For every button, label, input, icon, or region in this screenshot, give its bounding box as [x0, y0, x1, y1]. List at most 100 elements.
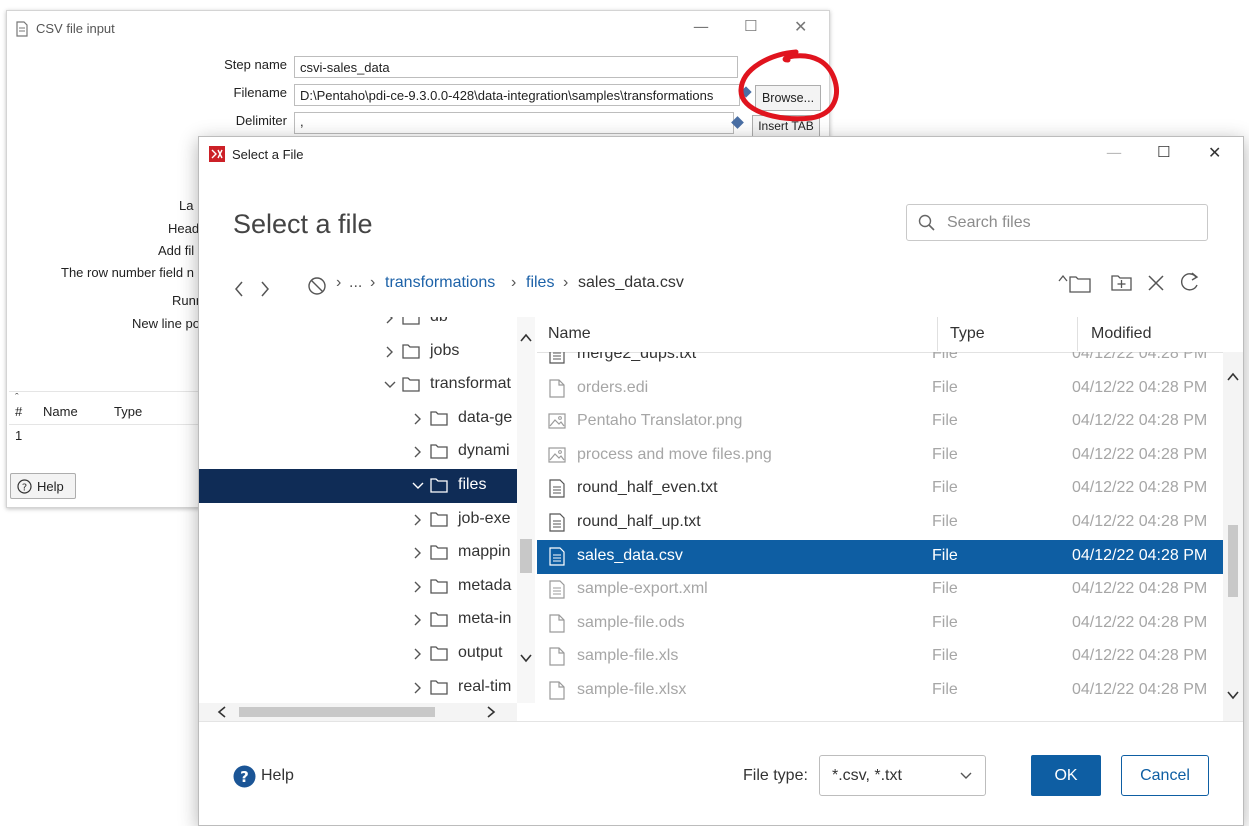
folder-icon — [430, 511, 448, 527]
file-modified: 04/12/22 04:28 PM — [1072, 580, 1208, 598]
column-modified[interactable]: Modified — [1091, 325, 1151, 343]
file-row[interactable]: orders.edi File 04/12/22 04:28 PM — [537, 372, 1223, 406]
chevron-right-icon[interactable] — [411, 613, 425, 627]
column-type[interactable]: Type — [950, 325, 985, 343]
chevron-right-icon[interactable] — [411, 546, 425, 560]
folder-icon — [402, 317, 420, 325]
up-folder-icon[interactable] — [1057, 271, 1093, 295]
tree-item-dynami[interactable]: dynami — [199, 435, 519, 469]
tree-scroll-thumb[interactable] — [520, 539, 532, 573]
file-type-select[interactable]: *.csv, *.txt — [819, 755, 986, 796]
browse-button[interactable]: Browse... — [755, 85, 821, 111]
folder-icon — [430, 579, 448, 594]
file-type: File — [932, 352, 958, 362]
chevron-right-icon[interactable] — [411, 412, 425, 426]
scroll-up-icon[interactable] — [520, 333, 532, 343]
chevron-right-icon[interactable] — [411, 580, 425, 594]
file-modified: 04/12/22 04:28 PM — [1072, 445, 1208, 463]
tree-item-metada[interactable]: metada — [199, 570, 519, 604]
dialog-minimize-button[interactable]: — — [1106, 143, 1122, 162]
tree-item-files[interactable]: files — [199, 469, 519, 503]
list-scroll-thumb[interactable] — [1228, 525, 1238, 597]
file-modified: 04/12/22 04:28 PM — [1072, 647, 1208, 665]
step-name-input[interactable]: csvi-sales_data — [294, 56, 738, 78]
tree-item-mappin[interactable]: mappin — [199, 536, 519, 570]
tree-horizontal-scrollbar[interactable] — [199, 703, 517, 721]
file-row[interactable]: merge2_dups.txt File 04/12/22 04:28 PM — [537, 352, 1223, 372]
breadcrumb-item-transformations[interactable]: transformations — [385, 274, 495, 292]
file-name: process and move files.png — [577, 445, 772, 463]
file-name: round_half_up.txt — [577, 513, 701, 530]
scroll-down-icon[interactable] — [520, 653, 532, 663]
chevron-right-icon[interactable] — [411, 681, 425, 695]
search-input[interactable] — [945, 211, 1199, 235]
scroll-up-icon[interactable] — [1227, 372, 1239, 382]
chevron-right-icon[interactable] — [411, 445, 425, 459]
breadcrumb-ellipsis[interactable]: ... — [349, 274, 362, 292]
tree-item-meta-in[interactable]: meta-in — [199, 603, 519, 637]
scroll-right-icon[interactable] — [486, 706, 496, 718]
back-icon[interactable] — [233, 280, 245, 298]
file-row[interactable]: round_half_even.txt File 04/12/22 04:28 PM — [537, 472, 1223, 506]
column-header-name[interactable]: Name — [43, 404, 78, 419]
file-icon — [549, 647, 565, 666]
lazy-conversion-label: La — [179, 198, 194, 213]
chevron-down-icon[interactable] — [383, 378, 397, 392]
maximize-button[interactable]: ☐ — [744, 17, 757, 35]
scroll-left-icon[interactable] — [217, 706, 227, 718]
breadcrumb-separator: › — [511, 274, 517, 291]
tree-item-job-exe[interactable]: job-exe — [199, 503, 519, 537]
tree-item-db[interactable]: db — [199, 317, 519, 335]
file-row[interactable]: sample-export.xml File 04/12/22 04:28 PM — [537, 573, 1223, 607]
column-name[interactable]: Name — [548, 325, 591, 343]
ok-button[interactable]: OK — [1031, 755, 1101, 796]
dialog-maximize-button[interactable]: ☐ — [1157, 143, 1170, 161]
chevron-right-icon[interactable] — [411, 513, 425, 527]
file-row[interactable]: round_half_up.txt File 04/12/22 04:28 PM — [537, 506, 1223, 540]
column-header-type[interactable]: Type — [114, 404, 142, 419]
delimiter-input[interactable]: , — [294, 112, 734, 134]
file-type: File — [932, 681, 958, 698]
delete-icon[interactable] — [1147, 274, 1165, 292]
tree-item-transformat[interactable]: transformat — [199, 368, 519, 402]
column-divider[interactable] — [937, 317, 938, 351]
tree-item-jobs[interactable]: jobs — [199, 335, 519, 369]
file-modified: 04/12/22 04:28 PM — [1072, 613, 1208, 631]
scroll-down-icon[interactable] — [1227, 690, 1239, 700]
cancel-button[interactable]: Cancel — [1121, 755, 1209, 796]
chevron-right-icon[interactable] — [383, 317, 397, 325]
chevron-right-icon[interactable] — [383, 345, 397, 359]
breadcrumb-item-files[interactable]: files — [526, 274, 554, 292]
file-name: round_half_even.txt — [577, 479, 718, 497]
chevron-down-icon[interactable] — [411, 479, 425, 493]
refresh-icon[interactable] — [1179, 271, 1201, 293]
dialog-close-button[interactable]: ✕ — [1208, 143, 1221, 162]
help-icon: ? — [17, 479, 32, 494]
file-row[interactable]: sales_data.csv File 04/12/22 04:28 PM — [537, 539, 1223, 574]
tree-hscroll-thumb[interactable] — [239, 707, 435, 717]
close-button[interactable]: ✕ — [794, 17, 807, 36]
tree-item-output[interactable]: output — [199, 637, 519, 671]
tree-item-real-tim[interactable]: real-tim — [199, 671, 519, 705]
filename-input[interactable]: D:\Pentaho\pdi-ce-9.3.0.0-428\data-integ… — [294, 84, 740, 106]
file-list-vertical-scrollbar[interactable] — [1223, 352, 1243, 722]
minimize-button[interactable]: — — [693, 17, 709, 36]
file-row[interactable]: sample-file.xlsx File 04/12/22 04:28 PM — [537, 674, 1223, 708]
tree-item-data-ge[interactable]: data-ge — [199, 402, 519, 436]
file-row[interactable]: Pentaho Translator.png File 04/12/22 04:28… — [537, 405, 1223, 439]
insert-tab-button[interactable]: Insert TAB — [752, 115, 820, 137]
column-divider[interactable] — [1077, 317, 1078, 351]
help-link[interactable]: ? Help — [233, 765, 313, 789]
tree-vertical-scrollbar[interactable] — [517, 317, 535, 703]
file-row[interactable]: sample-file.ods File 04/12/22 04:28 PM — [537, 607, 1223, 641]
csv-help-button[interactable]: ? Help — [10, 473, 76, 499]
new-folder-icon[interactable] — [1111, 271, 1133, 293]
file-row[interactable]: process and move files.png File 04/12/22 0… — [537, 439, 1223, 473]
file-modified: 04/12/22 04:28 PM — [1072, 378, 1208, 396]
search-box[interactable] — [906, 204, 1208, 241]
forward-icon[interactable] — [259, 280, 271, 298]
root-location-icon[interactable] — [307, 276, 327, 296]
file-row[interactable]: sample-file.xls File 04/12/22 04:28 PM — [537, 640, 1223, 674]
chevron-right-icon[interactable] — [411, 647, 425, 661]
dialog-heading: Select a file — [233, 209, 373, 239]
